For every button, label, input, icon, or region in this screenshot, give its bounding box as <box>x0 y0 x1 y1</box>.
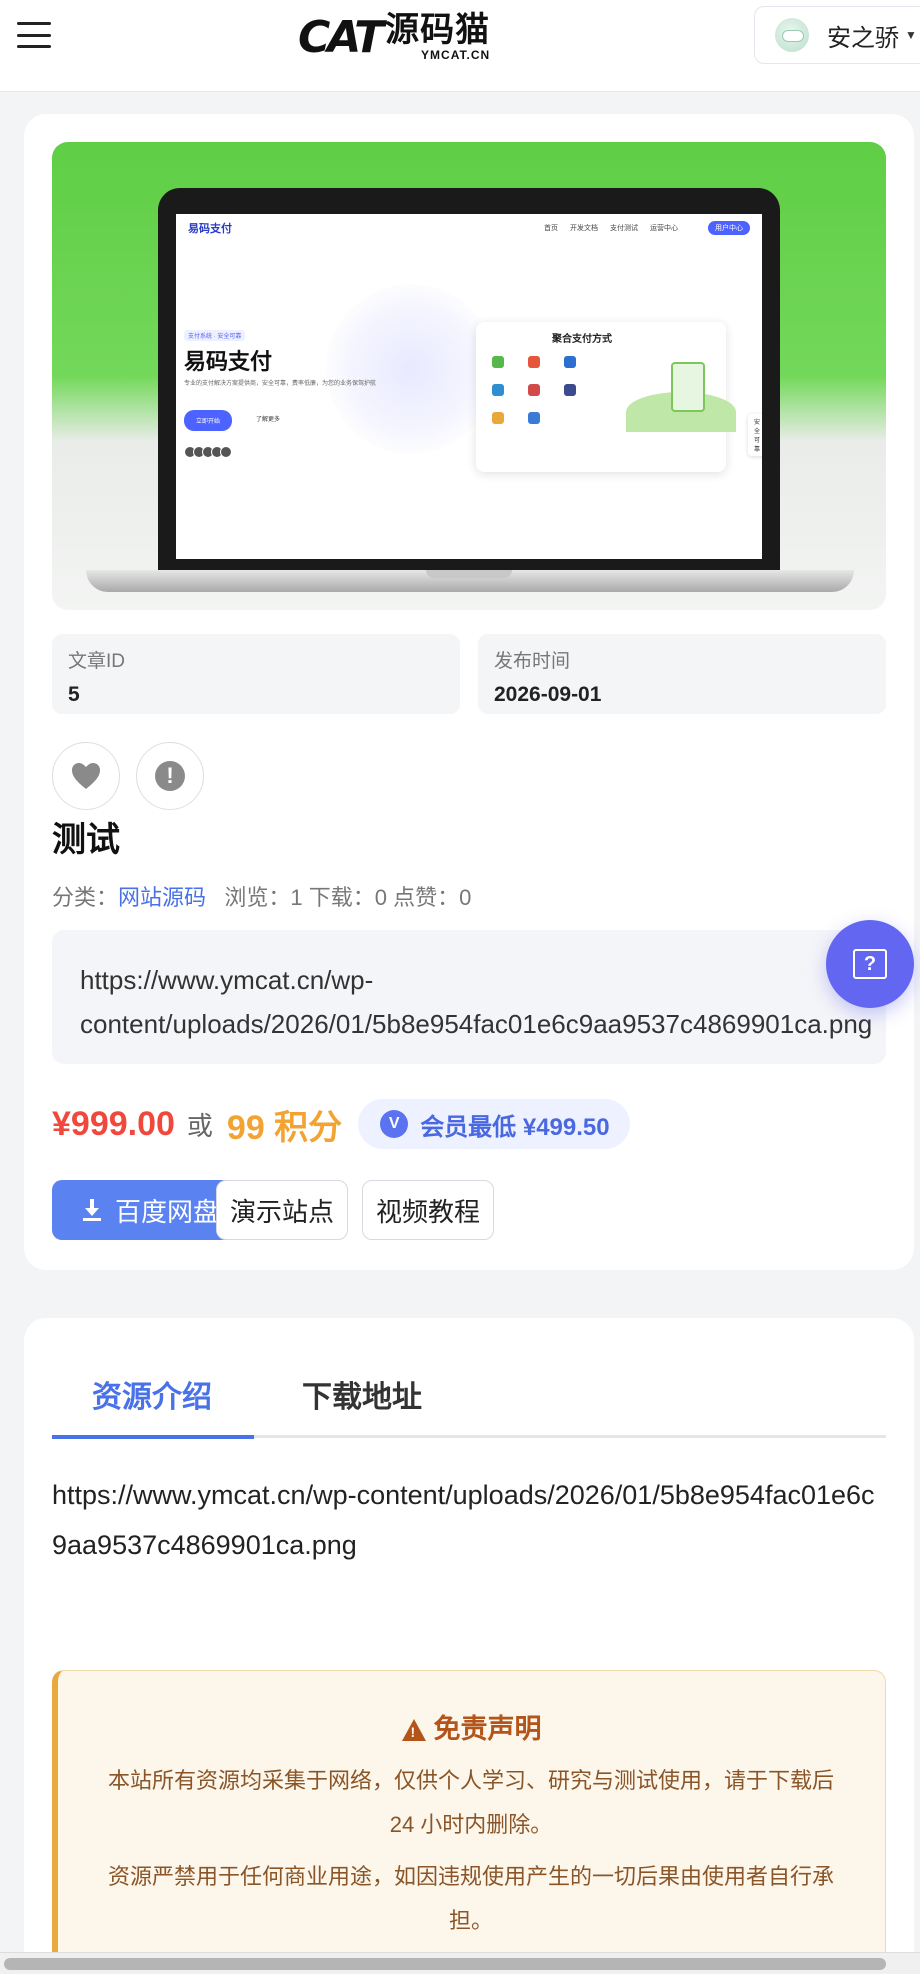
caret-down-icon: ▼ <box>905 28 917 42</box>
screen-avatars <box>184 446 232 458</box>
price: ¥999.00 <box>52 1104 175 1143</box>
download-icon <box>82 1199 101 1221</box>
video-button[interactable]: 视频教程 <box>362 1180 494 1240</box>
screen-badge: 安全可靠 <box>748 414 762 456</box>
laptop-notch <box>426 570 512 578</box>
screen-cta2: 了解更多 <box>256 417 281 423</box>
site-logo[interactable]: CAT 源码猫 YMCAT.CN <box>298 10 490 64</box>
top-bar: CAT 源码猫 YMCAT.CN 安之骄 ▼ <box>0 0 920 92</box>
points-price: 99 积分 <box>226 1108 343 1147</box>
excerpt-line: content/uploads/2026/01/5b8e954fac01e6c9… <box>80 1009 873 1039</box>
excerpt-line: https://www.ymcat.cn/wp- <box>80 965 374 995</box>
screen-nav: 易码支付 首页 开发文档 支付测试 运营中心 用户中心 <box>176 214 762 242</box>
disclaimer-title-text: 免责声明 <box>433 1714 542 1744</box>
price-or: 或 <box>186 1110 213 1141</box>
screen-title: 易码支付 <box>184 349 273 374</box>
tab-download[interactable]: 下载地址 <box>302 1372 422 1416</box>
vip-icon: V <box>380 1110 409 1138</box>
screen-glow <box>326 284 496 454</box>
post-stats: 浏览：1 下载：0 点赞：0 <box>224 885 472 910</box>
screen-nav-item: 首页 <box>544 225 558 232</box>
content-tabs: 资源介绍 下载地址 <box>52 1318 886 1439</box>
vip-price: 会员最低 ¥499.50 <box>420 1113 610 1141</box>
report-button[interactable]: ! <box>136 742 204 810</box>
user-name: 安之骄 <box>827 24 899 52</box>
resource-card: 易码支付 首页 开发文档 支付测试 运营中心 用户中心 支付系统 · 安全可靠 … <box>24 114 914 1270</box>
intro-text: https://www.ymcat.cn/wp-content/uploads/… <box>52 1480 875 1560</box>
download-label: 百度网盘 <box>114 1196 219 1227</box>
screen-cta: 立即开始 <box>184 410 233 431</box>
screen-logo: 易码支付 <box>188 223 232 235</box>
article-id-box: 文章ID 5 <box>52 634 460 714</box>
heart-icon <box>72 763 100 789</box>
like-button[interactable] <box>52 742 120 810</box>
laptop-mockup: 易码支付 首页 开发文档 支付测试 运营中心 用户中心 支付系统 · 安全可靠 … <box>158 188 780 576</box>
screen-tag: 支付系统 · 安全可靠 <box>184 330 246 341</box>
screen-nav-item: 运营中心 <box>650 225 678 232</box>
publish-date-box: 发布时间 2026-09-01 <box>478 634 886 714</box>
logo-mark: CAT <box>298 11 384 63</box>
category-link[interactable]: 网站源码 <box>118 885 206 910</box>
scrollbar-thumb[interactable] <box>4 1958 886 1970</box>
tab-intro[interactable]: 资源介绍 <box>92 1372 212 1416</box>
publish-date-value: 2026-09-01 <box>494 683 602 706</box>
article-id-value: 5 <box>68 683 80 706</box>
screen-panel-title: 聚合支付方式 <box>552 334 612 345</box>
screen-desc: 专业的支付解决方案提供商，安全可靠，费率低廉，为您的业务保驾护航 <box>184 381 377 387</box>
category-label: 分类： <box>52 885 119 910</box>
demo-button[interactable]: 演示站点 <box>216 1180 348 1240</box>
demo-label: 演示站点 <box>229 1196 334 1227</box>
video-label: 视频教程 <box>375 1196 480 1227</box>
tab-indicator <box>52 1435 254 1439</box>
avatar <box>775 18 809 52</box>
disclaimer-p2: 资源严禁用于任何商业用途，如因违规使用产生的一切后果由使用者自行承担。 <box>107 1864 834 1933</box>
screen-login: 用户中心 <box>708 221 750 235</box>
screen-nav-item: 支付测试 <box>610 225 638 232</box>
report-icon: ! <box>155 761 185 791</box>
post-title: 测试 <box>52 821 120 859</box>
screen-qr <box>671 362 705 412</box>
disclaimer-title: 免责声明 <box>58 1707 885 1746</box>
screen-nav-item: 开发文档 <box>570 225 598 232</box>
post-meta: 分类：网站源码 浏览：1 下载：0 点赞：0 <box>52 880 471 912</box>
article-id-label: 文章ID <box>68 651 126 672</box>
logo-en: YMCAT.CN <box>421 47 491 62</box>
horizontal-scrollbar[interactable] <box>0 1952 920 1974</box>
disclaimer-p1: 本站所有资源均采集于网络，仅供个人学习、研究与测试使用，请于下载后 24 小时内… <box>107 1768 834 1837</box>
content-card: 资源介绍 下载地址 https://www.ymcat.cn/wp-conten… <box>24 1318 914 1974</box>
laptop-screen: 易码支付 首页 开发文档 支付测试 运营中心 用户中心 支付系统 · 安全可靠 … <box>176 214 762 559</box>
price-row: ¥999.00 或 99 积分 V 会员最低 ¥499.50 <box>52 1096 630 1152</box>
screen-panel: 聚合支付方式 安全可靠 <box>476 322 762 472</box>
logo-cn: 源码猫 <box>385 10 491 49</box>
excerpt-box: https://www.ymcat.cn/wp-content/uploads/… <box>52 930 886 1064</box>
disclaimer-box: 免责声明 本站所有资源均采集于网络，仅供个人学习、研究与测试使用，请于下载后 2… <box>52 1670 886 1974</box>
help-icon: ? <box>853 949 887 979</box>
hero-image: 易码支付 首页 开发文档 支付测试 运营中心 用户中心 支付系统 · 安全可靠 … <box>52 142 886 610</box>
menu-icon[interactable] <box>14 18 54 52</box>
warning-icon <box>401 1719 426 1741</box>
publish-date-label: 发布时间 <box>494 651 571 672</box>
user-menu[interactable]: 安之骄 ▼ <box>754 6 920 64</box>
vip-price-badge: V 会员最低 ¥499.50 <box>358 1099 630 1149</box>
help-button[interactable]: ? <box>826 920 914 1008</box>
